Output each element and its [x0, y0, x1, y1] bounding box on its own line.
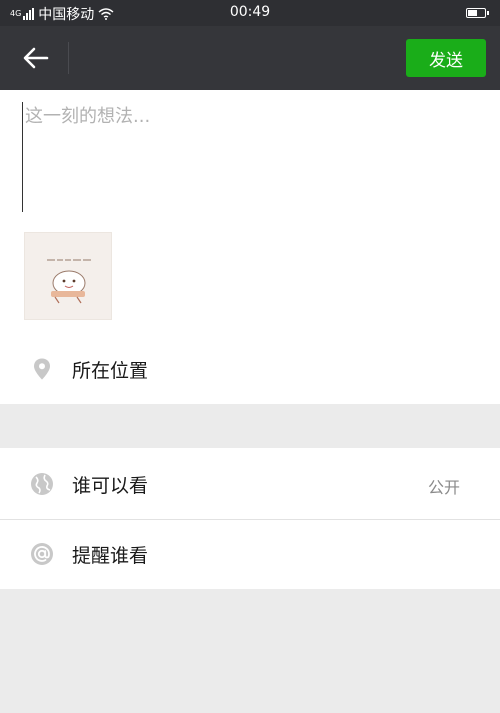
status-time: 00:49	[229, 4, 271, 20]
mention-row[interactable]: 提醒谁看	[0, 520, 500, 588]
nav-bar: 发送	[0, 26, 500, 90]
photo-thumbnail[interactable]	[24, 232, 112, 320]
status-bar: 4G 中国移动 00:49	[0, 0, 500, 26]
location-label: 所在位置	[72, 360, 149, 382]
bottom-filler	[0, 589, 500, 713]
at-icon	[31, 543, 53, 565]
location-pin-icon	[34, 358, 50, 380]
back-button[interactable]	[18, 40, 54, 76]
globe-icon	[31, 473, 53, 495]
arrow-left-icon	[23, 47, 49, 69]
nav-divider	[68, 42, 69, 74]
composer	[0, 90, 500, 342]
location-row[interactable]: 所在位置	[0, 335, 500, 403]
visibility-label: 谁可以看	[72, 475, 149, 497]
visibility-row[interactable]: 谁可以看 公开	[0, 450, 500, 518]
send-button[interactable]: 发送	[406, 39, 486, 77]
section-gap	[0, 404, 500, 448]
battery-icon	[466, 8, 489, 18]
sticker-image	[25, 233, 111, 319]
mention-label: 提醒谁看	[72, 545, 149, 567]
thought-input[interactable]	[22, 102, 475, 212]
visibility-value: 公开	[427, 478, 460, 497]
